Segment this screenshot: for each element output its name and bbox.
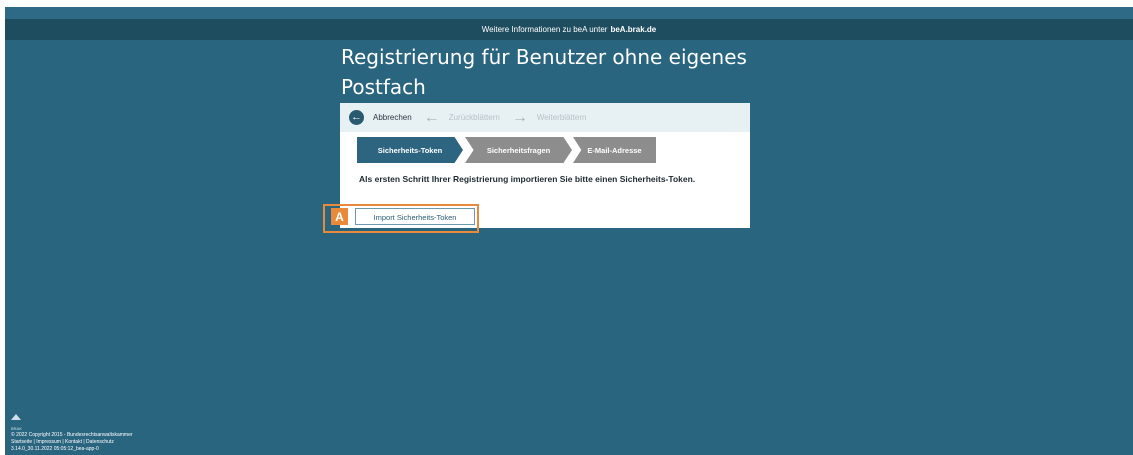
forward-button[interactable]: → Weiterblättern <box>511 108 587 126</box>
step-email-address: E-Mail-Adresse <box>573 137 656 163</box>
back-label: Zurückblättern <box>448 113 500 122</box>
info-bar: Weitere Informationen zu beA unter beA.b… <box>5 19 1133 40</box>
toolbar: ← Abbrechen ← Zurückblättern → Weiterblä… <box>340 103 750 132</box>
footer: BRAK © 2022 Copyright 2015 - Bundesrecht… <box>11 414 133 453</box>
info-text: Weitere Informationen zu beA unter <box>481 25 608 34</box>
top-strip <box>5 7 1133 19</box>
logo-text: BRAK <box>11 426 22 431</box>
page-title: Registrierung für Benutzer ohne eigenes … <box>341 45 747 99</box>
step-security-questions: Sicherheitsfragen <box>465 137 572 163</box>
version-text: 3.14.0_30.11.2022 05:05:12_bea-app-0 <box>11 446 99 452</box>
back-circle-icon: ← <box>349 110 364 125</box>
cancel-button[interactable]: ← Abbrechen <box>349 110 412 125</box>
copyright-text: © 2022 Copyright 2015 - Bundesrechtsanwa… <box>11 432 133 438</box>
bea-link[interactable]: beA.brak.de <box>610 25 656 34</box>
arrow-left-icon: ← <box>423 108 440 126</box>
cancel-label: Abbrechen <box>373 113 412 122</box>
app-frame: Weitere Informationen zu beA unter beA.b… <box>5 7 1133 455</box>
arrow-right-icon: → <box>511 108 528 126</box>
step-indicator: Sicherheits-Token Sicherheitsfragen E-Ma… <box>340 137 750 163</box>
annotation-badge: A <box>331 208 348 225</box>
back-button[interactable]: ← Zurückblättern <box>423 108 500 126</box>
forward-label: Weiterblättern <box>536 113 587 122</box>
step-security-token: Sicherheits-Token <box>357 137 463 163</box>
brak-logo-icon <box>11 414 21 420</box>
footer-links[interactable]: Startseite | Impressum | Kontakt | Daten… <box>11 439 133 446</box>
instruction-text: Als ersten Schritt Ihrer Registrierung i… <box>359 174 696 184</box>
